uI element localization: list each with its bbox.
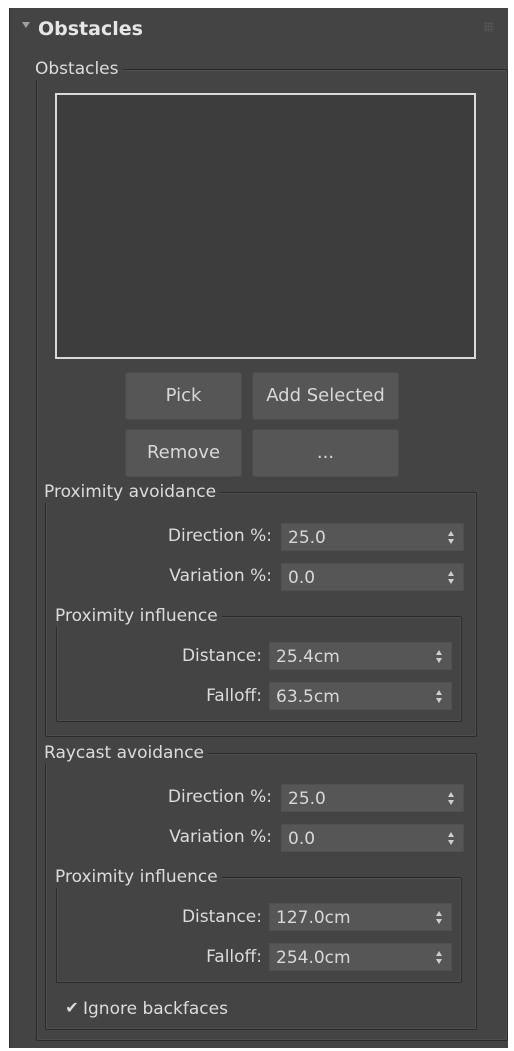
remove-button[interactable]: Remove bbox=[125, 429, 242, 477]
prox-falloff-value[interactable]: 63.5cm bbox=[276, 685, 340, 709]
ray-influence-label: Proximity influence bbox=[53, 866, 222, 888]
prox-distance-label: Distance: bbox=[181, 646, 262, 666]
pick-button[interactable]: Pick bbox=[125, 372, 242, 420]
prox-variation-spinner[interactable]: 0.0 bbox=[281, 563, 464, 591]
prox-influence-label: Proximity influence bbox=[53, 605, 222, 627]
ray-falloff-label: Falloff: bbox=[206, 947, 262, 967]
ignore-backfaces-label[interactable]: Ignore backfaces bbox=[83, 997, 228, 1021]
spinner-arrows-icon[interactable] bbox=[448, 571, 455, 585]
obstacles-list[interactable] bbox=[55, 93, 476, 359]
prox-falloff-spinner[interactable]: 63.5cm bbox=[269, 682, 452, 710]
ray-direction-label: Direction %: bbox=[167, 787, 272, 807]
proximity-avoidance-label: Proximity avoidance bbox=[42, 481, 221, 503]
prox-variation-label: Variation %: bbox=[169, 566, 272, 586]
prox-direction-label: Direction %: bbox=[167, 526, 272, 546]
ray-direction-spinner[interactable]: 25.0 bbox=[281, 784, 464, 812]
spinner-arrows-icon[interactable] bbox=[436, 690, 443, 704]
rollout-header[interactable]: Obstacles bbox=[10, 8, 508, 52]
obstacles-group-label: Obstacles bbox=[33, 58, 123, 80]
spinner-arrows-icon[interactable] bbox=[436, 911, 443, 925]
more-options-button[interactable]: ... bbox=[252, 429, 399, 477]
spinner-arrows-icon[interactable] bbox=[448, 531, 455, 545]
ray-falloff-spinner[interactable]: 254.0cm bbox=[269, 943, 452, 971]
collapse-arrow-icon[interactable] bbox=[22, 22, 30, 28]
raycast-avoidance-label: Raycast avoidance bbox=[42, 742, 208, 764]
ray-variation-label: Variation %: bbox=[169, 827, 272, 847]
prox-falloff-label: Falloff: bbox=[206, 686, 262, 706]
ray-distance-label: Distance: bbox=[181, 907, 262, 927]
add-selected-button[interactable]: Add Selected bbox=[252, 372, 399, 420]
prox-distance-value[interactable]: 25.4cm bbox=[276, 645, 340, 669]
prox-direction-value[interactable]: 25.0 bbox=[288, 526, 326, 550]
prox-distance-spinner[interactable]: 25.4cm bbox=[269, 642, 452, 670]
ray-direction-value[interactable]: 25.0 bbox=[288, 787, 326, 811]
drag-grip-icon[interactable] bbox=[484, 22, 494, 32]
spinner-arrows-icon[interactable] bbox=[436, 650, 443, 664]
spinner-arrows-icon[interactable] bbox=[436, 951, 443, 965]
prox-direction-spinner[interactable]: 25.0 bbox=[281, 523, 464, 551]
rollout-title: Obstacles bbox=[38, 18, 143, 40]
spinner-arrows-icon[interactable] bbox=[448, 832, 455, 846]
ray-distance-spinner[interactable]: 127.0cm bbox=[269, 903, 452, 931]
spinner-arrows-icon[interactable] bbox=[448, 792, 455, 806]
obstacles-rollout: Obstacles Obstacles Pick Add Selected Re… bbox=[9, 8, 508, 1048]
checkmark-icon[interactable]: ✔ bbox=[63, 999, 81, 1017]
ray-variation-spinner[interactable]: 0.0 bbox=[281, 824, 464, 852]
ray-falloff-value[interactable]: 254.0cm bbox=[276, 946, 351, 970]
ray-variation-value[interactable]: 0.0 bbox=[288, 827, 315, 851]
prox-variation-value[interactable]: 0.0 bbox=[288, 566, 315, 590]
ray-distance-value[interactable]: 127.0cm bbox=[276, 906, 351, 930]
